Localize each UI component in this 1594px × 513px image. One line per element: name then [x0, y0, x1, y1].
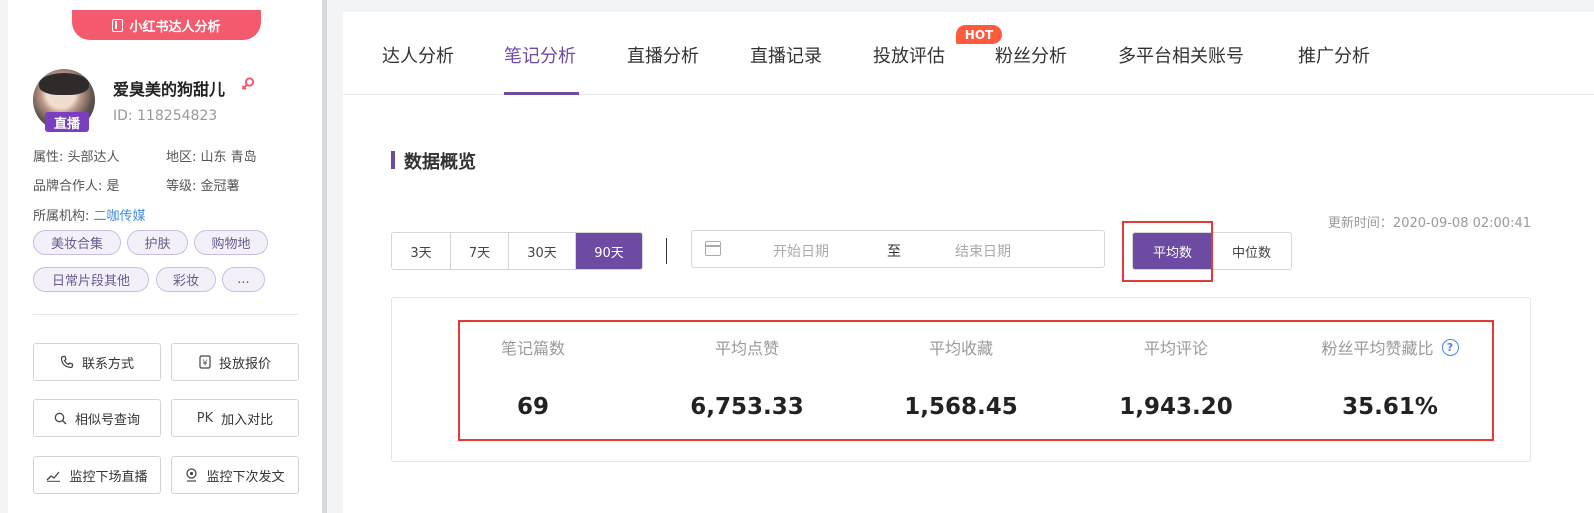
monitor-live-label: 监控下场直播	[69, 469, 148, 485]
book-icon	[112, 18, 124, 32]
location-icon	[186, 468, 198, 482]
region-label: 地区:	[166, 150, 201, 165]
level-row: 等级: 金冠薯	[166, 175, 240, 194]
tab-live-records[interactable]: 直播记录	[750, 42, 822, 68]
quote-button[interactable]: ¥ 投放报价	[171, 343, 299, 381]
contact-button[interactable]: 联系方式	[33, 343, 161, 381]
panel-divider	[322, 0, 327, 513]
updated-time: 更新时间：2020-09-08 02:00:41	[1327, 216, 1531, 231]
partner-label: 品牌合作人:	[33, 179, 107, 194]
tab-influencer-analysis[interactable]: 达人分析	[382, 42, 454, 68]
quote-label: 投放报价	[218, 356, 271, 372]
tab-ad-evaluation[interactable]: 投放评估	[873, 42, 945, 68]
tag-item[interactable]: 彩妆	[156, 267, 216, 292]
range-90d-button[interactable]: 90天	[576, 233, 642, 269]
org-row: 所属机构: 二咖传媒	[33, 205, 146, 224]
profile-name: 爱臭美的狗甜儿	[113, 80, 226, 99]
median-button[interactable]: 中位数	[1212, 233, 1291, 269]
tab-live-analysis[interactable]: 直播分析	[627, 42, 699, 68]
add-compare-button[interactable]: PK 加入对比	[171, 399, 299, 437]
monitor-post-label: 监控下次发文	[206, 469, 285, 485]
tab-fans-analysis[interactable]: 粉丝分析	[995, 42, 1067, 68]
calendar-icon	[705, 241, 721, 256]
female-icon	[241, 77, 255, 91]
chart-icon	[47, 471, 61, 482]
region-value: 山东 青岛	[200, 150, 257, 165]
region-row: 地区: 山东 青岛	[166, 146, 257, 165]
tab-promotion-analysis[interactable]: 推广分析	[1298, 42, 1370, 68]
brand-tab-label: 小红书达人分析	[129, 19, 221, 35]
tag-item[interactable]: 购物地	[194, 230, 268, 255]
monitor-post-button[interactable]: 监控下次发文	[171, 456, 299, 494]
search-icon	[54, 412, 67, 424]
tag-item[interactable]: 美妆合集	[33, 230, 121, 255]
tag-item[interactable]: 护肤	[127, 230, 188, 255]
svg-text:¥: ¥	[202, 359, 207, 368]
tab-note-analysis[interactable]: 笔记分析	[504, 42, 576, 68]
range-7d-button[interactable]: 7天	[451, 233, 509, 269]
brand-tab: 小红书达人分析	[72, 10, 261, 40]
price-icon: ¥	[199, 355, 211, 369]
attr-value: 头部达人	[67, 150, 120, 165]
more-tags-button[interactable]: ...	[222, 267, 265, 292]
active-tab-indicator	[504, 92, 579, 95]
level-value: 金冠薯	[200, 179, 240, 194]
attr-label: 属性:	[33, 150, 68, 165]
start-date-input[interactable]: 开始日期	[773, 241, 829, 261]
range-selector: 3天 7天 30天 90天	[391, 232, 643, 270]
attr-row: 属性: 头部达人	[33, 146, 120, 165]
range-3d-button[interactable]: 3天	[392, 233, 451, 269]
add-compare-label: 加入对比	[221, 412, 274, 428]
filter-divider	[666, 238, 667, 264]
tab-bar: 达人分析 笔记分析 直播分析 直播记录 投放评估 HOT 粉丝分析 多平台相关账…	[343, 12, 1594, 95]
partner-row: 品牌合作人: 是	[33, 175, 120, 194]
org-label: 所属机构:	[33, 209, 94, 224]
pk-icon: PK	[196, 410, 214, 426]
live-badge: 直播	[45, 112, 89, 132]
profile-id: ID: 118254823	[113, 108, 218, 124]
profile-divider	[33, 314, 298, 315]
phone-icon	[60, 355, 74, 369]
section-marker	[391, 151, 395, 169]
highlight-box-stats	[458, 320, 1494, 441]
end-date-input[interactable]: 结束日期	[955, 241, 1011, 261]
main-panel: 达人分析 笔记分析 直播分析 直播记录 投放评估 HOT 粉丝分析 多平台相关账…	[343, 12, 1594, 513]
level-label: 等级:	[166, 179, 201, 194]
section-title: 数据概览	[404, 152, 476, 173]
tag-item[interactable]: 日常片段其他	[33, 267, 149, 292]
date-separator: 至	[887, 244, 901, 260]
date-range-picker[interactable]: 开始日期 至 结束日期	[691, 230, 1105, 268]
contact-label: 联系方式	[81, 356, 134, 372]
org-link[interactable]: 二咖传媒	[94, 209, 146, 224]
similar-search-button[interactable]: 相似号查询	[33, 399, 161, 437]
range-30d-button[interactable]: 30天	[509, 233, 576, 269]
highlight-box-mode	[1122, 221, 1213, 282]
tab-multi-platform-accounts[interactable]: 多平台相关账号	[1118, 42, 1244, 68]
similar-search-label: 相似号查询	[74, 412, 140, 428]
partner-value: 是	[106, 179, 120, 194]
monitor-live-button[interactable]: 监控下场直播	[33, 456, 161, 494]
